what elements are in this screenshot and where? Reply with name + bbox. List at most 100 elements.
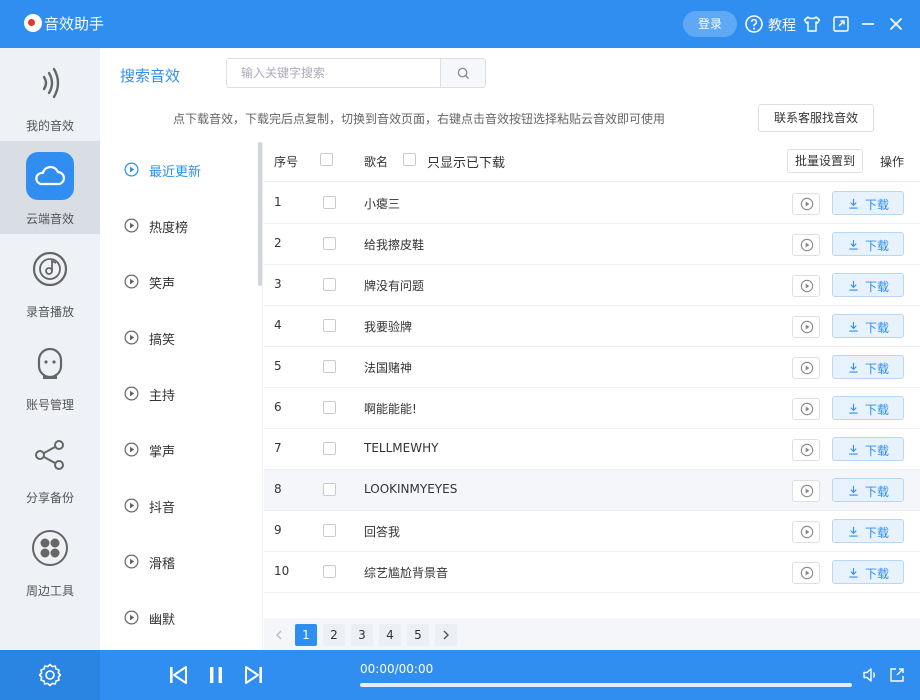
preview-play-button[interactable] <box>792 275 820 297</box>
sidebar-item-account[interactable]: 账号管理 <box>0 327 100 420</box>
sidebar-item-my-sounds[interactable]: 我的音效 <box>0 48 100 141</box>
download-label: 下载 <box>865 567 890 581</box>
preview-play-button[interactable] <box>792 357 820 379</box>
row-checkbox[interactable] <box>323 360 336 373</box>
category-item[interactable]: 滑稽 <box>124 552 254 572</box>
sidebar-item-recording[interactable]: 录音播放 <box>0 234 100 327</box>
row-index: 3 <box>274 277 282 291</box>
sound-name: 法国赌神 <box>364 361 413 375</box>
row-checkbox[interactable] <box>323 196 336 209</box>
category-item[interactable]: 热度榜 <box>124 216 254 236</box>
row-index: 10 <box>274 564 290 578</box>
download-button[interactable]: 下载 <box>832 314 904 338</box>
category-item[interactable]: 最近更新 <box>124 160 254 180</box>
only-downloaded-label[interactable]: 只显示已下载 <box>427 152 505 171</box>
download-button[interactable]: 下载 <box>832 232 904 256</box>
row-index: 1 <box>274 195 282 209</box>
progress-bar[interactable] <box>360 683 852 687</box>
page-button[interactable]: 2 <box>323 624 345 646</box>
export-icon[interactable] <box>888 666 906 684</box>
category-item[interactable]: 掌声 <box>124 440 254 460</box>
login-button[interactable]: 登录 <box>683 11 737 37</box>
row-checkbox[interactable] <box>323 565 336 578</box>
row-index: 7 <box>274 441 282 455</box>
page-button[interactable]: 3 <box>351 624 373 646</box>
row-checkbox[interactable] <box>323 319 336 332</box>
next-page-button[interactable] <box>435 624 457 646</box>
usage-hint: 点下载音效，下载完后点复制，切换到音效页面，右键点击音效按钮选择粘贴云音效即可使… <box>173 112 666 126</box>
row-checkbox[interactable] <box>323 278 336 291</box>
row-checkbox[interactable] <box>323 524 336 537</box>
row-checkbox[interactable] <box>323 442 336 455</box>
search-input[interactable] <box>226 58 441 88</box>
preview-play-button[interactable] <box>792 316 820 338</box>
download-button[interactable]: 下载 <box>832 396 904 420</box>
chevron-right-icon <box>443 630 449 640</box>
batch-set-button[interactable]: 批量设置到 <box>787 149 863 173</box>
table-row[interactable]: 8 LOOKINMYEYES 下载 <box>264 470 920 511</box>
tutorial-link[interactable]: 教程 <box>768 15 796 35</box>
table-row[interactable]: 5 法国赌神 下载 <box>264 347 920 388</box>
table-row[interactable]: 9 回答我 下载 <box>264 511 920 552</box>
record-disc-icon <box>32 251 68 287</box>
table-row[interactable]: 4 我要验牌 下载 <box>264 306 920 347</box>
category-item[interactable]: 搞笑 <box>124 328 254 348</box>
preview-play-button[interactable] <box>792 562 820 584</box>
page-button[interactable]: 4 <box>379 624 401 646</box>
category-item[interactable]: 幽默 <box>124 608 254 628</box>
play-circle-icon <box>124 554 139 569</box>
category-scrollbar[interactable] <box>258 142 262 286</box>
category-label: 掌声 <box>149 445 176 460</box>
row-checkbox[interactable] <box>323 401 336 414</box>
close-icon[interactable] <box>886 14 906 34</box>
table-row[interactable]: 1 小瘪三 下载 <box>264 183 920 224</box>
sidebar-item-tools[interactable]: 周边工具 <box>0 513 100 606</box>
download-icon <box>849 198 858 209</box>
download-button[interactable]: 下载 <box>832 519 904 543</box>
category-item[interactable]: 主持 <box>124 384 254 404</box>
download-button[interactable]: 下载 <box>832 355 904 379</box>
table-row[interactable]: 7 TELLMEWHY 下载 <box>264 429 920 470</box>
preview-play-button[interactable] <box>792 193 820 215</box>
prev-page-button[interactable] <box>268 624 290 646</box>
row-index: 5 <box>274 359 282 373</box>
table-row[interactable]: 3 牌没有问题 下载 <box>264 265 920 306</box>
next-track-icon[interactable] <box>244 665 264 685</box>
help-icon[interactable] <box>744 14 764 34</box>
previous-track-icon[interactable] <box>168 665 188 685</box>
row-checkbox[interactable] <box>323 237 336 250</box>
volume-icon[interactable] <box>862 666 880 684</box>
download-button[interactable]: 下载 <box>832 437 904 461</box>
table-row[interactable]: 2 给我擦皮鞋 下载 <box>264 224 920 265</box>
preview-play-button[interactable] <box>792 439 820 461</box>
download-button[interactable]: 下载 <box>832 273 904 297</box>
pause-icon[interactable] <box>206 665 226 685</box>
download-button[interactable]: 下载 <box>832 191 904 215</box>
preview-play-button[interactable] <box>792 521 820 543</box>
download-button[interactable]: 下载 <box>832 478 904 502</box>
download-label: 下载 <box>865 403 890 417</box>
download-button[interactable]: 下载 <box>832 560 904 584</box>
contact-support-button[interactable]: 联系客服找音效 <box>758 104 874 132</box>
row-checkbox[interactable] <box>323 483 336 496</box>
search-button[interactable] <box>440 58 486 88</box>
table-row[interactable]: 10 综艺尴尬背景音 下载 <box>264 552 920 593</box>
only-downloaded-checkbox[interactable] <box>403 153 416 166</box>
page-button[interactable]: 5 <box>407 624 429 646</box>
play-circle-icon <box>800 402 814 416</box>
preview-play-button[interactable] <box>792 234 820 256</box>
preview-play-button[interactable] <box>792 480 820 502</box>
category-label: 最近更新 <box>149 165 202 180</box>
minimize-icon[interactable] <box>858 14 878 34</box>
sidebar-item-cloud-sounds[interactable]: 云端音效 <box>0 141 100 234</box>
select-all-checkbox[interactable] <box>320 153 333 166</box>
skin-shirt-icon[interactable] <box>802 14 822 34</box>
preview-play-button[interactable] <box>792 398 820 420</box>
category-item[interactable]: 笑声 <box>124 272 254 292</box>
sidebar-item-share[interactable]: 分享备份 <box>0 420 100 513</box>
page-button[interactable]: 1 <box>295 624 317 646</box>
mini-mode-icon[interactable] <box>831 14 851 34</box>
category-item[interactable]: 抖音 <box>124 496 254 516</box>
settings-button[interactable] <box>0 650 100 700</box>
table-row[interactable]: 6 啊能能能! 下载 <box>264 388 920 429</box>
